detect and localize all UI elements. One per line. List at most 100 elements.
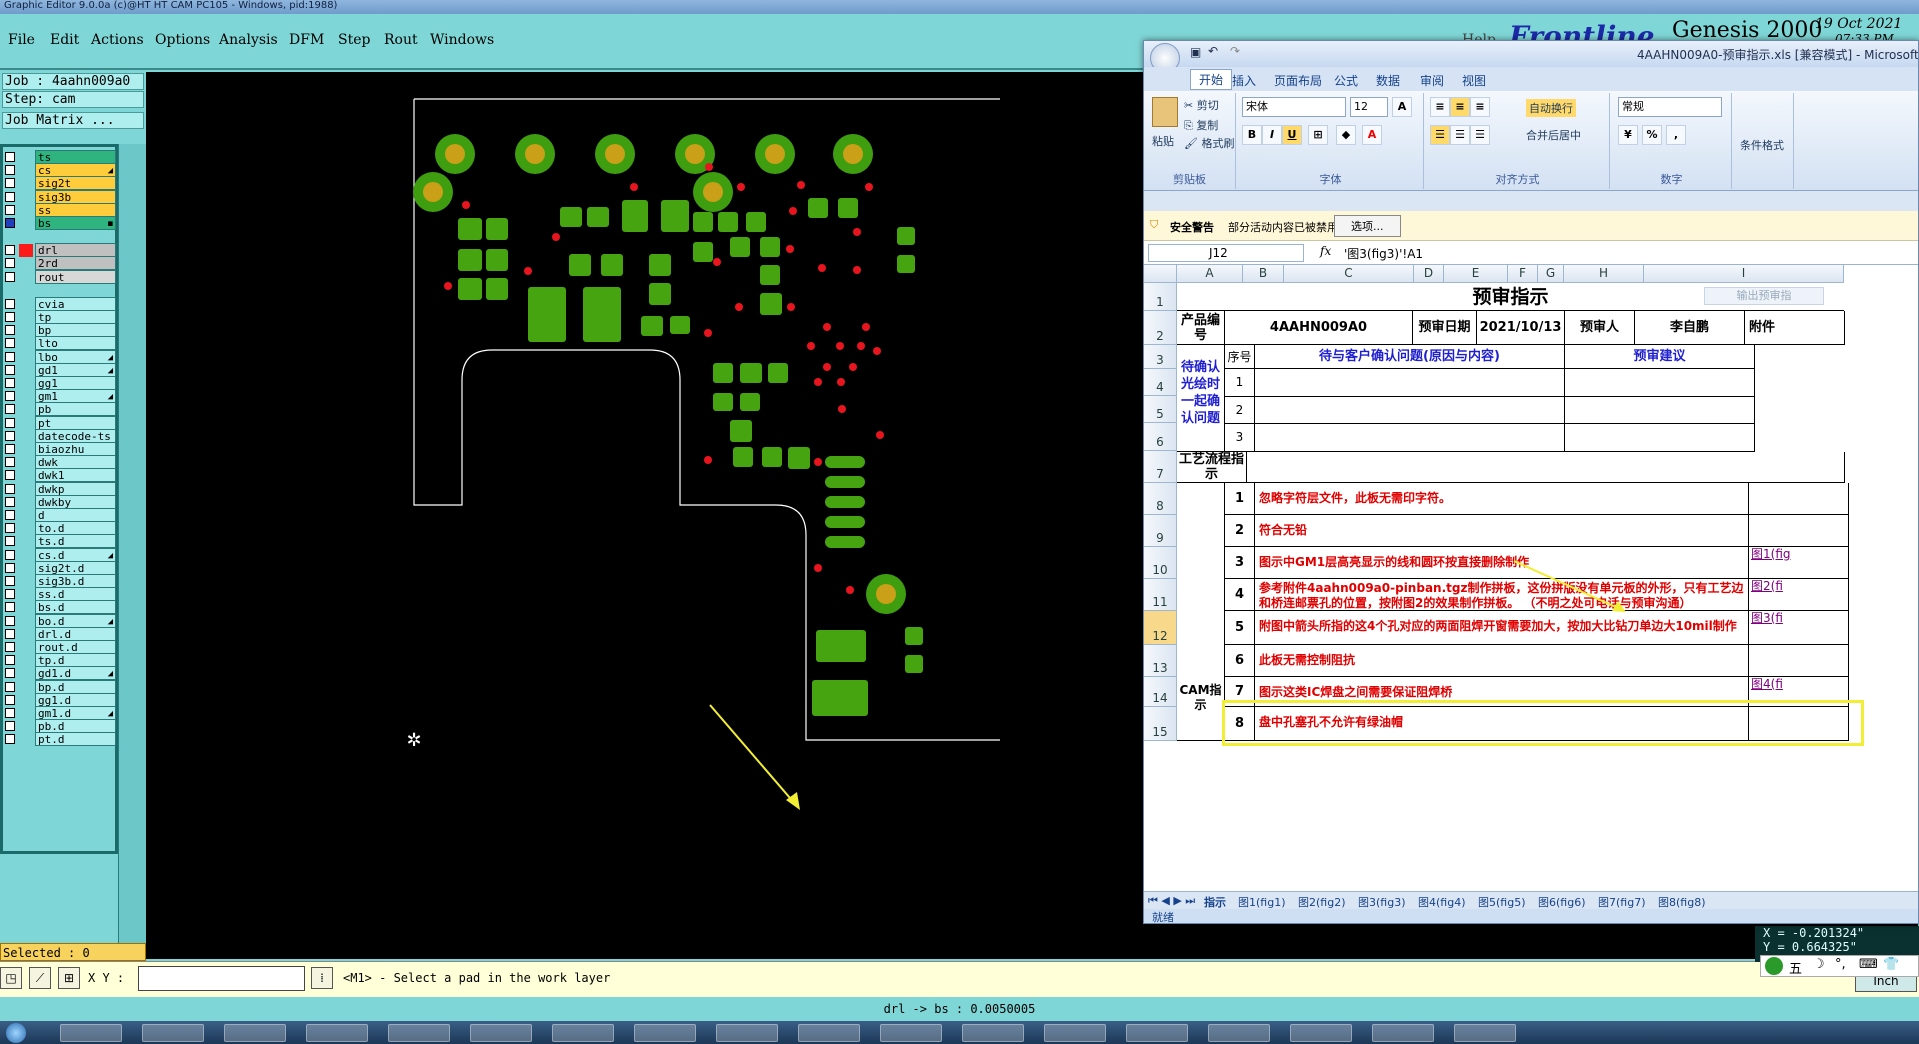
taskbar-item[interactable] [1372,1024,1434,1042]
format-painter-button[interactable]: 🖌 格式刷 [1184,135,1234,151]
ribbon-tab[interactable]: 数据 [1376,72,1400,89]
fill-color-icon[interactable]: ◆ [1336,125,1356,145]
layer-checkbox[interactable] [5,271,15,282]
layer-checkbox[interactable] [5,218,15,228]
sheet-tab[interactable]: 图3(fig3) [1358,894,1406,910]
layer-checkbox[interactable] [5,165,15,176]
sheet-tab[interactable]: 图7(fig7) [1598,894,1646,910]
taskbar-item[interactable] [880,1024,942,1042]
layer-name[interactable]: pt.d [35,732,116,747]
menu-analysis[interactable]: Analysis [219,32,278,48]
save-icon[interactable]: ▣ [1190,45,1201,59]
paste-icon[interactable] [1152,97,1178,127]
menu-options[interactable]: Options [155,32,210,48]
font-color-icon[interactable]: A [1362,125,1382,145]
measure-tool-icon[interactable]: ⟋ [29,967,51,989]
taskbar-item[interactable] [1126,1024,1188,1042]
font-size-select[interactable]: 12 [1350,97,1388,117]
sheet-tab[interactable]: 图4(fig4) [1418,894,1466,910]
layer-checkbox[interactable] [5,204,15,215]
layer-checkbox[interactable] [5,351,15,362]
layer-scrollbar[interactable] [118,144,146,959]
ribbon-tab[interactable]: 开始 [1190,69,1233,90]
ribbon-tab[interactable]: 视图 [1462,72,1486,89]
layer-checkbox[interactable] [5,642,15,652]
redo-icon[interactable]: ↷ [1230,44,1240,58]
info-icon[interactable]: ⁞ [311,967,333,989]
formula-input[interactable]: '图3(fig3)'!A1 [1344,245,1423,262]
layer-checkbox[interactable] [5,510,15,520]
layer-checkbox[interactable] [5,602,15,613]
menu-actions[interactable]: Actions [91,32,144,48]
underline-icon[interactable]: U [1282,125,1302,145]
align-top-icon[interactable]: ≡ [1430,97,1450,117]
menu-edit[interactable]: Edit [50,32,79,48]
layer-checkbox[interactable] [5,549,15,560]
layer-checkbox[interactable] [5,245,15,256]
layer-checkbox[interactable] [5,191,15,202]
copy-button[interactable]: ⎘ 复制 [1184,117,1218,133]
layer-name[interactable]: rout [35,269,116,284]
taskbar-item[interactable] [1044,1024,1106,1042]
align-bottom-icon[interactable]: ≡ [1470,97,1490,117]
paste-button[interactable]: 粘贴 [1152,133,1174,149]
layer-checkbox[interactable] [5,681,15,692]
layer-checkbox[interactable] [5,298,15,309]
layer-row[interactable]: bs ◼ [3,215,116,231]
align-center-icon[interactable]: ☰ [1450,125,1470,145]
layer-checkbox[interactable] [5,483,15,494]
ribbon-tab[interactable]: 审阅 [1420,72,1444,89]
layer-checkbox[interactable] [5,258,15,269]
grid-tool-icon[interactable]: ⊞ [58,967,80,989]
layer-row[interactable]: pt.d [3,731,116,747]
taskbar-item[interactable] [142,1024,204,1042]
layer-checkbox[interactable] [5,708,15,718]
layer-checkbox[interactable] [5,615,15,626]
layer-checkbox[interactable] [5,536,15,547]
taskbar-item[interactable] [716,1024,778,1042]
merge-center-button[interactable]: 合并后居中 [1526,127,1581,143]
ime-keyboard-icon[interactable]: ⌨ [1859,957,1878,972]
percent-icon[interactable]: % [1642,125,1662,145]
menu-dfm[interactable]: DFM [289,32,324,48]
comma-icon[interactable]: , [1666,125,1686,145]
layer-checkbox[interactable] [5,694,15,705]
layer-checkbox[interactable] [5,152,15,162]
currency-icon[interactable]: ¥ [1618,125,1638,145]
menu-file[interactable]: File [8,32,35,48]
taskbar-item[interactable] [388,1024,450,1042]
name-box[interactable]: J12 [1148,244,1304,262]
excel-window[interactable]: ▣ ↶ ↷ 4AAHN009A0-预审指示.xls [兼容模式] - Micro… [1143,40,1919,924]
sheet-tab[interactable]: 图5(fig5) [1478,894,1526,910]
start-button-icon[interactable] [6,1023,26,1043]
fx-icon[interactable]: fx [1320,244,1331,258]
layer-checkbox[interactable] [5,325,15,336]
align-right-icon[interactable]: ☰ [1470,125,1490,145]
layer-checkbox[interactable] [5,430,15,441]
layer-checkbox[interactable] [5,378,15,388]
ribbon-tab[interactable]: 公式 [1334,72,1358,89]
ime-comma-icon[interactable]: °, [1835,957,1846,972]
layer-checkbox[interactable] [5,655,15,666]
sheet-tab[interactable]: 图6(fig6) [1538,894,1586,910]
layer-checkbox[interactable] [5,417,15,428]
taskbar-item[interactable] [1454,1024,1516,1042]
layer-row[interactable]: rout [3,269,116,285]
job-matrix-button[interactable]: Job Matrix ... [2,112,144,129]
sheet-tab[interactable]: 图8(fig8) [1658,894,1706,910]
ime-toolbar[interactable]: 五 ☽ °, ⌨ 👕 [1760,955,1919,977]
taskbar-item[interactable] [470,1024,532,1042]
layer-checkbox[interactable] [5,457,15,468]
layer-checkbox[interactable] [5,391,15,402]
number-format-select[interactable]: 常规 [1618,97,1722,117]
layer-checkbox[interactable] [5,576,15,586]
grow-font-icon[interactable]: A [1392,97,1412,117]
taskbar-item[interactable] [60,1024,122,1042]
sheet-tab[interactable]: 图2(fig2) [1298,894,1346,910]
taskbar-item[interactable] [552,1024,614,1042]
layer-checkbox[interactable] [5,364,15,375]
ribbon-tab[interactable]: 插入 [1232,72,1256,89]
layer-checkbox[interactable] [5,589,15,600]
align-middle-icon[interactable]: ≡ [1450,97,1470,117]
taskbar-item[interactable] [1290,1024,1352,1042]
